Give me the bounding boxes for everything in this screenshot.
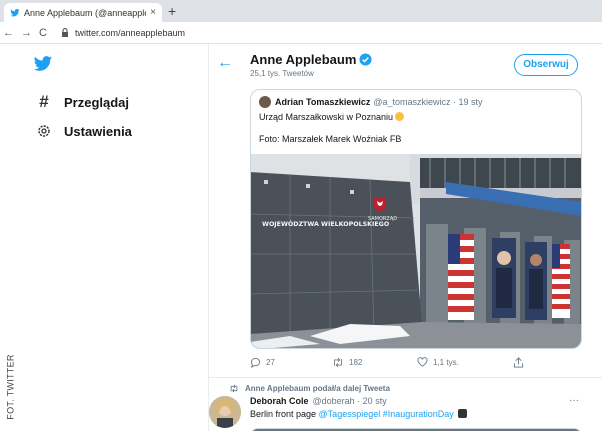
forward-nav-icon[interactable]: → bbox=[21, 27, 32, 39]
mention-link[interactable]: @Tagesspiegel bbox=[319, 409, 381, 419]
main-column: ← Anne Applebaum 25,1 tys. Tweetów Obser… bbox=[208, 44, 602, 431]
avatar bbox=[259, 96, 271, 108]
reply-action[interactable]: 27 bbox=[250, 357, 275, 368]
banner-flag-1 bbox=[448, 234, 474, 320]
profile-name: Anne Applebaum bbox=[250, 52, 372, 67]
sidebar-item-settings[interactable]: Ustawienia bbox=[36, 123, 132, 139]
tweet-author-name[interactable]: Deborah Cole bbox=[250, 396, 309, 406]
browser-tab[interactable]: Anne Applebaum (@anneapplel × bbox=[4, 3, 162, 22]
twitter-favicon-icon bbox=[10, 8, 20, 16]
retweeted-label: Anne Applebaum podał/a dalej Tweeta bbox=[229, 384, 390, 393]
flag-emoji-icon bbox=[458, 409, 468, 418]
smile-emoji-icon bbox=[395, 112, 405, 121]
avatar-image bbox=[209, 396, 241, 428]
quoted-tweet-card[interactable]: Adrian Tomaszkiewicz @a_tomaszkiewicz · … bbox=[250, 89, 582, 349]
share-action[interactable] bbox=[513, 357, 529, 368]
photo-credit: FOT. TWITTER bbox=[5, 354, 16, 420]
hashtag-icon: # bbox=[39, 92, 49, 111]
gear-icon bbox=[38, 125, 50, 137]
heart-icon bbox=[417, 357, 428, 367]
banner-portrait-1 bbox=[492, 238, 516, 318]
quoted-tweet-caption: Foto: Marszałek Marek Woźniak FB bbox=[259, 134, 402, 144]
new-tab-button[interactable]: + bbox=[168, 3, 176, 19]
reply-count: 27 bbox=[266, 358, 275, 367]
reply-icon bbox=[250, 357, 261, 368]
reload-icon[interactable]: C bbox=[39, 27, 47, 39]
quoted-author-name: Adrian Tomaszkiewicz bbox=[275, 97, 371, 107]
tweet-text-plain: Berlin front page bbox=[250, 409, 319, 419]
lock-icon bbox=[61, 28, 68, 37]
tweet-text: Berlin front page @Tagesspiegel #Inaugur… bbox=[250, 409, 468, 419]
address-bar: ← → C twitter.com/anneapplebaum bbox=[0, 22, 602, 44]
building-sign-line2: WOJEWÓDZTWA WIELKOPOLSKIEGO bbox=[262, 219, 390, 228]
url-text: twitter.com/anneapplebaum bbox=[74, 27, 186, 38]
back-nav-icon[interactable]: ← bbox=[3, 27, 14, 39]
quoted-text-line: Urząd Marszałkowski w Poznaniu bbox=[259, 112, 394, 122]
like-action[interactable]: 1,1 tys. bbox=[417, 357, 459, 367]
avatar[interactable] bbox=[209, 396, 241, 428]
divider bbox=[209, 377, 602, 378]
front-facade: SAMORZĄD WOJEWÓDZTWA WIELKOPOLSKIEGO bbox=[251, 172, 422, 348]
banner-portrait-2 bbox=[525, 242, 547, 320]
coat-of-arms-icon bbox=[374, 198, 386, 211]
retweet-icon bbox=[334, 357, 342, 368]
tweet-author-meta: @doberah · 20 sty bbox=[312, 396, 387, 406]
tweet-header: Deborah Cole @doberah · 20 sty bbox=[250, 396, 387, 406]
browser-tab-bar: Anne Applebaum (@anneapplel × + bbox=[0, 0, 602, 22]
retweeted-label-text: Anne Applebaum podał/a dalej Tweeta bbox=[245, 384, 390, 393]
retweet-action[interactable]: 182 bbox=[332, 357, 362, 368]
share-icon bbox=[513, 357, 524, 368]
retweet-count: 182 bbox=[349, 358, 363, 367]
quoted-tweet-header: Adrian Tomaszkiewicz @a_tomaszkiewicz · … bbox=[259, 96, 483, 108]
tab-title: Anne Applebaum (@anneapplel bbox=[24, 7, 147, 18]
twitter-bird-icon[interactable] bbox=[32, 54, 54, 74]
sidebar-item-explore[interactable]: # Przeglądaj bbox=[36, 92, 129, 112]
follow-button[interactable]: Obserwuj bbox=[514, 54, 578, 76]
left-sidebar: # Przeglądaj Ustawienia bbox=[0, 44, 208, 431]
profile-header: ← Anne Applebaum 25,1 tys. Tweetów Obser… bbox=[209, 44, 602, 84]
tab-close-icon[interactable]: × bbox=[150, 7, 156, 18]
tweet-count: 25,1 tys. Tweetów bbox=[250, 69, 314, 78]
building-photo[interactable]: SAMORZĄD WOJEWÓDZTWA WIELKOPOLSKIEGO bbox=[250, 154, 582, 349]
tweet-actions: 27 182 1,1 tys. bbox=[250, 357, 570, 371]
url-field[interactable]: twitter.com/anneapplebaum bbox=[61, 28, 185, 38]
more-options-icon[interactable]: ··· bbox=[569, 395, 579, 406]
sidebar-item-label: Ustawienia bbox=[64, 123, 132, 139]
retweet-icon bbox=[230, 384, 238, 393]
quoted-tweet-text: Urząd Marszałkowski w Poznaniu bbox=[259, 112, 405, 122]
like-count: 1,1 tys. bbox=[433, 357, 459, 367]
quoted-author-meta: @a_tomaszkiewicz · 19 sty bbox=[373, 97, 483, 107]
banner-flag-2 bbox=[552, 244, 570, 318]
profile-name-text: Anne Applebaum bbox=[250, 52, 357, 67]
hashtag-link[interactable]: #InaugurationDay bbox=[383, 409, 454, 419]
sidebar-item-label: Przeglądaj bbox=[64, 94, 130, 110]
verified-badge-icon bbox=[359, 53, 372, 66]
back-arrow-icon[interactable]: ← bbox=[217, 54, 233, 72]
